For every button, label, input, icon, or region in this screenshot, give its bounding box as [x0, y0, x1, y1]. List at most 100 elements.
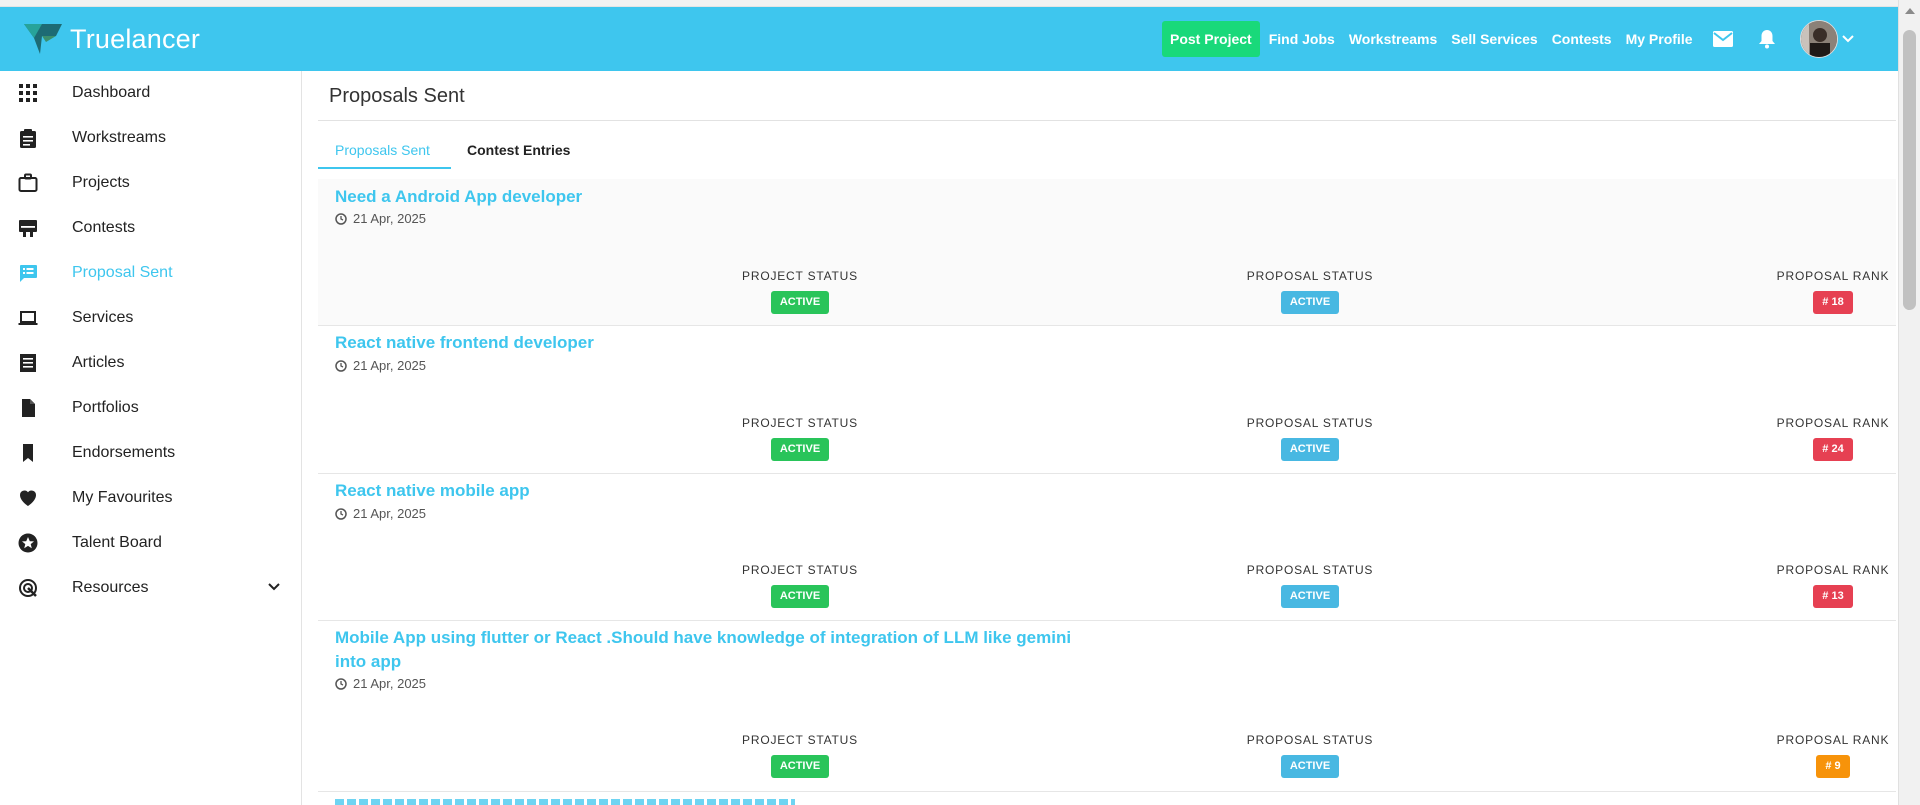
- proposal-title-link[interactable]: Mobile App using flutter or React .Shoul…: [335, 626, 1095, 674]
- sidebar-item-dashboard[interactable]: Dashboard: [0, 71, 302, 115]
- sidebar-item-label: Endorsements: [72, 444, 176, 461]
- proposal-rank-label: PROPOSAL RANK: [1776, 733, 1890, 747]
- sidebar-item-endorsements[interactable]: Endorsements: [0, 431, 302, 475]
- clock-icon: [335, 212, 347, 225]
- project-status-badge: ACTIVE: [770, 755, 830, 778]
- sidebar-item-label: My Favourites: [72, 489, 173, 506]
- project-status-badge: ACTIVE: [770, 438, 830, 461]
- nav-sell-services[interactable]: Sell Services: [1451, 31, 1537, 47]
- mail-icon[interactable]: [1712, 30, 1734, 48]
- proposal-status-badge: ACTIVE: [1280, 438, 1340, 461]
- proposal-rank-column: PROPOSAL RANK # 24: [1723, 416, 1896, 461]
- sidebar-item-label: Contests: [72, 219, 136, 236]
- sidebar-item-label: Workstreams: [72, 129, 166, 146]
- proposal-date-text: 21 Apr, 2025: [353, 358, 427, 373]
- tab-proposals-sent[interactable]: Proposals Sent: [318, 131, 451, 169]
- sidebar-item-projects[interactable]: Projects: [0, 161, 302, 205]
- sidebar-item-contests[interactable]: Contests: [0, 206, 302, 250]
- sidebar-item-label: Services: [72, 309, 134, 326]
- grid-icon: [19, 84, 37, 102]
- project-status-badge: ACTIVE: [770, 291, 830, 314]
- project-status-column: PROJECT STATUS ACTIVE: [690, 269, 910, 314]
- post-project-button[interactable]: Post Project: [1162, 21, 1260, 57]
- sidebar-item-label: Portfolios: [72, 399, 139, 416]
- proposal-status-badge: ACTIVE: [1280, 585, 1340, 608]
- title-divider: [318, 120, 1896, 121]
- nav-contests[interactable]: Contests: [1552, 31, 1612, 47]
- sidebar-item-my-favourites[interactable]: My Favourites: [0, 476, 302, 520]
- sidebar-item-label: Projects: [72, 174, 130, 191]
- nav-my-profile[interactable]: My Profile: [1626, 31, 1693, 47]
- sidebar-item-workstreams[interactable]: Workstreams: [0, 116, 302, 160]
- proposal-date: 21 Apr, 2025: [335, 676, 426, 691]
- sidebar-item-services[interactable]: Services: [0, 296, 302, 340]
- chevron-down-icon[interactable]: [1841, 35, 1854, 43]
- proposal-title-link[interactable]: Need a Android App developer: [335, 185, 1095, 209]
- contest-icon: [19, 220, 37, 237]
- proposal-date: 21 Apr, 2025: [335, 358, 426, 373]
- proposal-status-column: PROPOSAL STATUS ACTIVE: [1200, 563, 1420, 608]
- nav-workstreams[interactable]: Workstreams: [1349, 31, 1437, 47]
- proposal-rank-label: PROPOSAL RANK: [1776, 416, 1890, 430]
- resources-icon: [19, 579, 37, 597]
- proposal-date-text: 21 Apr, 2025: [353, 211, 427, 226]
- next-proposal-peek: [335, 799, 795, 805]
- logo-text: Truelancer: [70, 23, 201, 54]
- sidebar-item-label: Talent Board: [72, 534, 162, 551]
- file-icon: [22, 399, 35, 417]
- sidebar-item-label: Articles: [72, 354, 125, 371]
- proposal-card: React native frontend developer 21 Apr, …: [318, 326, 1896, 474]
- sidebar-item-label: Proposal Sent: [72, 264, 173, 281]
- clipboard-icon: [20, 129, 36, 148]
- scroll-up-arrow-icon[interactable]: [1905, 8, 1915, 14]
- proposal-status-column: PROPOSAL STATUS ACTIVE: [1200, 416, 1420, 461]
- proposal-status-label: PROPOSAL STATUS: [1246, 563, 1374, 577]
- proposal-rank-label: PROPOSAL RANK: [1776, 269, 1890, 283]
- sidebar-item-label: Dashboard: [72, 84, 151, 101]
- project-status-badge: ACTIVE: [770, 585, 830, 608]
- sidebar-item-proposal-sent[interactable]: Proposal Sent: [0, 251, 302, 295]
- laptop-icon: [18, 311, 38, 325]
- sidebar-item-talent-board[interactable]: Talent Board: [0, 521, 302, 565]
- project-status-column: PROJECT STATUS ACTIVE: [690, 733, 910, 778]
- proposal-rank-badge: # 18: [1813, 291, 1853, 314]
- bookmark-icon: [23, 444, 33, 462]
- page-scrollbar[interactable]: [1898, 0, 1920, 805]
- project-status-column: PROJECT STATUS ACTIVE: [690, 416, 910, 461]
- briefcase-icon: [18, 173, 38, 192]
- clock-icon: [335, 677, 347, 690]
- proposal-date-text: 21 Apr, 2025: [353, 676, 427, 691]
- logo-icon: [24, 24, 62, 54]
- project-status-label: PROJECT STATUS: [742, 416, 858, 430]
- bell-icon[interactable]: [1758, 29, 1776, 49]
- project-status-label: PROJECT STATUS: [742, 733, 858, 747]
- chevron-down-icon[interactable]: [268, 583, 280, 591]
- proposal-rank-badge: # 9: [1816, 755, 1850, 778]
- sidebar-item-resources[interactable]: Resources: [0, 566, 302, 610]
- proposal-icon: [20, 265, 37, 282]
- tab-contest-entries[interactable]: Contest Entries: [467, 131, 597, 169]
- proposal-status-label: PROPOSAL STATUS: [1246, 416, 1374, 430]
- project-status-column: PROJECT STATUS ACTIVE: [690, 563, 910, 608]
- proposal-title-link[interactable]: React native frontend developer: [335, 331, 1095, 355]
- proposal-card: React native mobile app 21 Apr, 2025 PRO…: [318, 474, 1896, 621]
- proposal-status-label: PROPOSAL STATUS: [1246, 269, 1374, 283]
- truelancer-logo[interactable]: Truelancer: [24, 21, 200, 57]
- clock-icon: [335, 359, 347, 372]
- sidebar-item-portfolios[interactable]: Portfolios: [0, 386, 302, 430]
- heart-icon: [20, 490, 36, 506]
- user-avatar[interactable]: [1799, 20, 1838, 58]
- scrollbar-thumb[interactable]: [1903, 30, 1916, 310]
- proposal-rank-column: PROPOSAL RANK # 9: [1723, 733, 1896, 778]
- nav-find-jobs[interactable]: Find Jobs: [1269, 31, 1335, 47]
- sidebar-item-articles[interactable]: Articles: [0, 341, 302, 385]
- proposal-rank-column: PROPOSAL RANK # 13: [1723, 563, 1896, 608]
- sidebar-item-label: Resources: [72, 579, 149, 596]
- sidebar: Dashboard Workstreams Projects Contests …: [0, 71, 302, 805]
- proposal-status-column: PROPOSAL STATUS ACTIVE: [1200, 733, 1420, 778]
- proposal-rank-column: PROPOSAL RANK # 18: [1723, 269, 1896, 314]
- project-status-label: PROJECT STATUS: [742, 269, 858, 283]
- proposal-rank-badge: # 13: [1813, 585, 1853, 608]
- proposal-title-link[interactable]: React native mobile app: [335, 479, 1095, 503]
- proposal-status-badge: ACTIVE: [1280, 291, 1340, 314]
